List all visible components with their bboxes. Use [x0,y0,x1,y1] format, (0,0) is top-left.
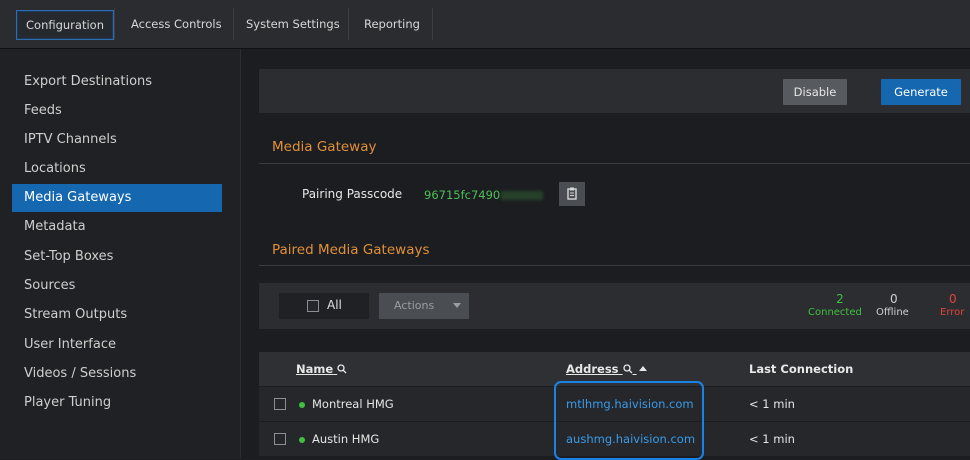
column-header-name[interactable]: Name [296,362,347,376]
sidebar: Export Destinations Feeds IPTV Channels … [0,49,241,459]
row-name: Montreal HMG [312,397,394,411]
column-name-label: Name [296,362,334,376]
section-divider [259,265,970,266]
sidebar-item-set-top-boxes[interactable]: Set-Top Boxes [12,243,222,271]
error-count: 0 [949,292,957,306]
address-highlight-callout [554,381,704,460]
row-last-connection: < 1 min [749,397,795,411]
pairing-passcode-label: Pairing Passcode [302,187,403,201]
column-address-label: Address [566,362,619,376]
row-last-connection: < 1 min [749,432,795,446]
offline-label: Offline [876,307,909,318]
column-header-address[interactable]: Address [566,362,647,376]
clipboard-icon [567,187,577,200]
actions-label: Actions [394,299,435,312]
actions-dropdown[interactable]: Actions [379,293,469,319]
sidebar-item-export-destinations[interactable]: Export Destinations [12,68,222,96]
passcode-visible-text: 96715fc7490 [424,188,501,202]
sidebar-item-iptv-channels[interactable]: IPTV Channels [12,126,222,154]
section-title-paired-gateways: Paired Media Gateways [272,242,430,258]
tab-divider [432,8,433,40]
connected-count: 2 [836,292,844,306]
sidebar-item-videos-sessions[interactable]: Videos / Sessions [12,360,222,388]
search-icon[interactable] [622,364,633,374]
tab-divider [233,8,234,40]
online-status-dot [299,437,305,443]
disable-button[interactable]: Disable [783,79,847,105]
error-label: Error [940,307,965,318]
row-checkbox[interactable] [274,398,286,410]
column-header-last-connection: Last Connection [749,362,854,376]
main-content: Disable Generate Media Gateway Pairing P… [241,49,970,460]
row-name: Austin HMG [312,432,380,446]
tab-access-controls[interactable]: Access Controls [131,10,222,38]
sidebar-item-user-interface[interactable]: User Interface [12,331,222,359]
action-toolbar: Disable Generate [259,69,970,113]
tab-reporting[interactable]: Reporting [364,10,420,38]
generate-button[interactable]: Generate [881,79,961,105]
chevron-down-icon [453,303,461,308]
section-divider [259,163,970,164]
copy-passcode-button[interactable] [559,182,585,206]
section-title-media-gateway: Media Gateway [272,139,377,155]
sidebar-item-metadata[interactable]: Metadata [12,213,222,241]
tab-divider [114,8,115,40]
tab-configuration[interactable]: Configuration [16,10,114,40]
offline-count: 0 [890,292,898,306]
sidebar-item-player-tuning[interactable]: Player Tuning [12,389,222,417]
select-all-checkbox[interactable] [307,300,319,312]
select-all-label: All [327,298,342,312]
top-nav-bar: Configuration Access Controls System Set… [0,0,970,49]
passcode-redacted-blur [501,191,544,200]
sidebar-item-locations[interactable]: Locations [12,155,222,183]
pairing-passcode-value: 96715fc7490 [424,188,544,202]
select-all-control[interactable]: All [279,293,369,319]
tab-system-settings[interactable]: System Settings [246,10,340,38]
sidebar-item-stream-outputs[interactable]: Stream Outputs [12,301,222,329]
connected-label: Connected [808,307,862,318]
filter-toolbar: All Actions 2 Connected 0 Offline 0 Erro… [259,283,970,329]
sidebar-item-feeds[interactable]: Feeds [12,97,222,125]
sidebar-item-sources[interactable]: Sources [12,272,222,300]
sidebar-item-media-gateways[interactable]: Media Gateways [12,184,222,212]
row-checkbox[interactable] [274,433,286,445]
online-status-dot [299,402,305,408]
tab-divider [348,8,349,40]
search-icon[interactable] [337,364,347,374]
sort-ascending-icon[interactable] [638,366,647,372]
